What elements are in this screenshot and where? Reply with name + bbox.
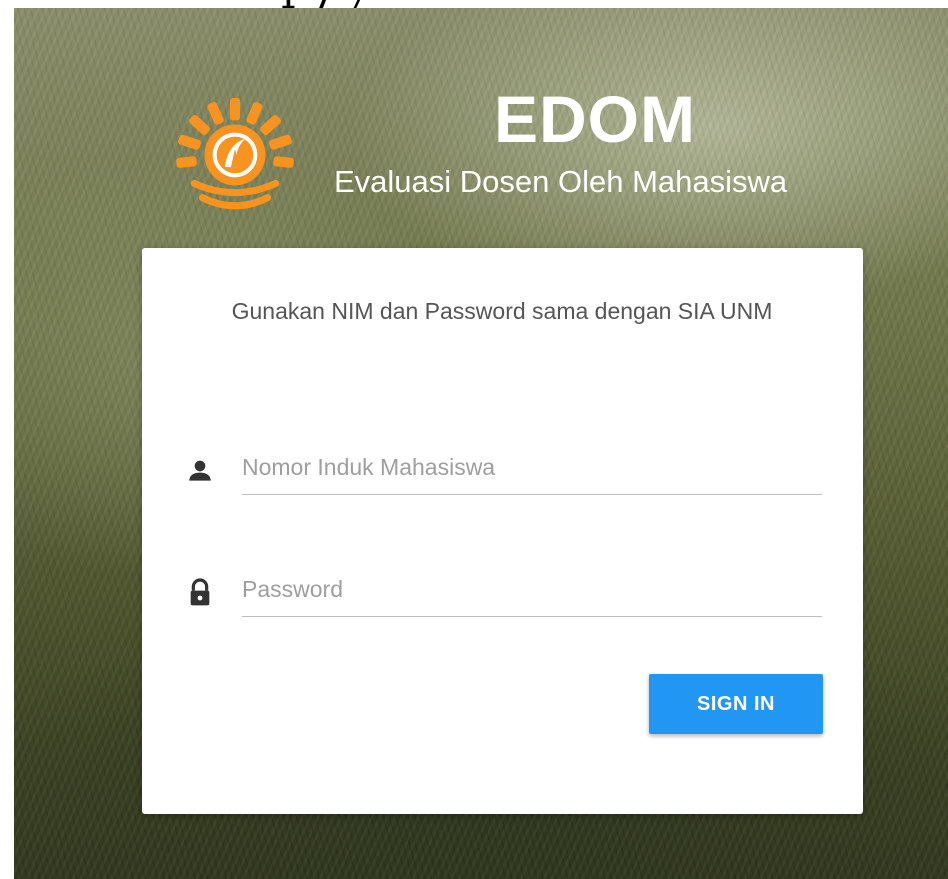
- password-field: [182, 560, 823, 620]
- nim-input[interactable]: [242, 440, 822, 495]
- unm-sun-emblem-icon: [176, 98, 294, 210]
- person-icon: [189, 460, 211, 481]
- nim-field: [182, 438, 823, 498]
- sign-in-button[interactable]: SIGN IN: [649, 674, 823, 734]
- login-instructions: Gunakan NIM dan Password sama dengan SIA…: [231, 298, 773, 324]
- brand-header: EDOM Evaluasi Dosen Oleh Mahasiswa: [174, 78, 874, 228]
- lock-icon: [190, 578, 210, 606]
- password-input[interactable]: [242, 562, 822, 617]
- app-title: EDOM: [494, 82, 696, 156]
- app-subtitle: Evaluasi Dosen Oleh Mahasiswa: [334, 164, 788, 199]
- background-landscape: EDOM Evaluasi Dosen Oleh Mahasiswa Gunak…: [14, 8, 948, 879]
- top-cropped-text: 1 7 /: [280, 0, 470, 8]
- login-card: Gunakan NIM dan Password sama dengan SIA…: [142, 248, 863, 814]
